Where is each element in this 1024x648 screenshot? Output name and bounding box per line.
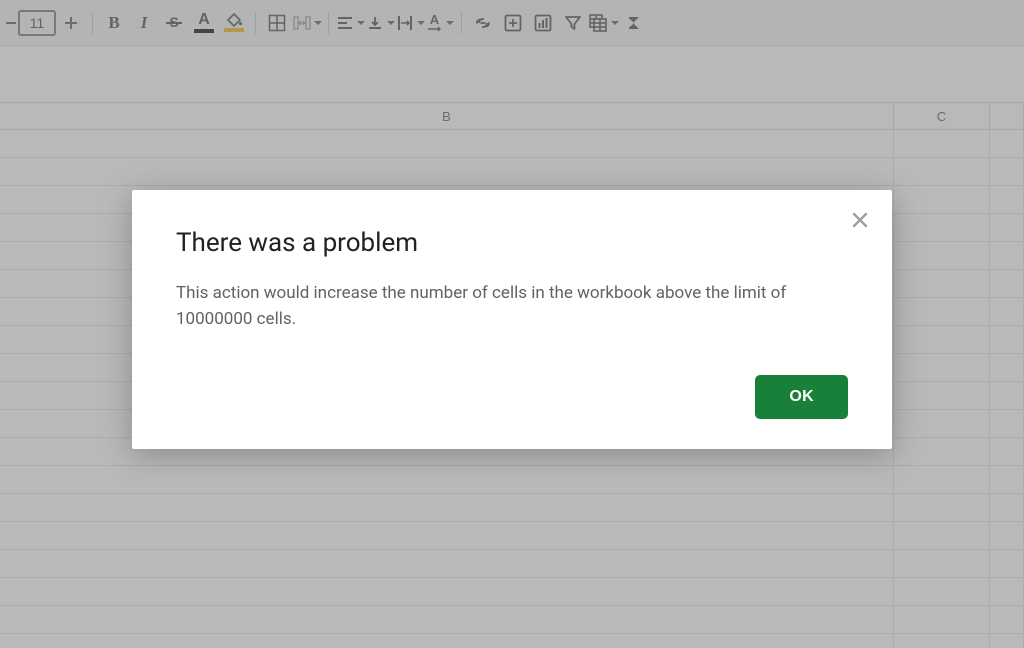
- ok-button[interactable]: OK: [755, 375, 848, 419]
- dialog-message: This action would increase the number of…: [176, 280, 848, 333]
- dialog-close-button[interactable]: [846, 206, 874, 234]
- error-dialog: There was a problem This action would in…: [132, 190, 892, 449]
- dialog-actions: OK: [176, 375, 848, 419]
- dialog-title: There was a problem: [176, 228, 848, 258]
- ok-button-label: OK: [789, 388, 814, 405]
- close-icon: [852, 212, 868, 228]
- modal-overlay: There was a problem This action would in…: [0, 0, 1024, 648]
